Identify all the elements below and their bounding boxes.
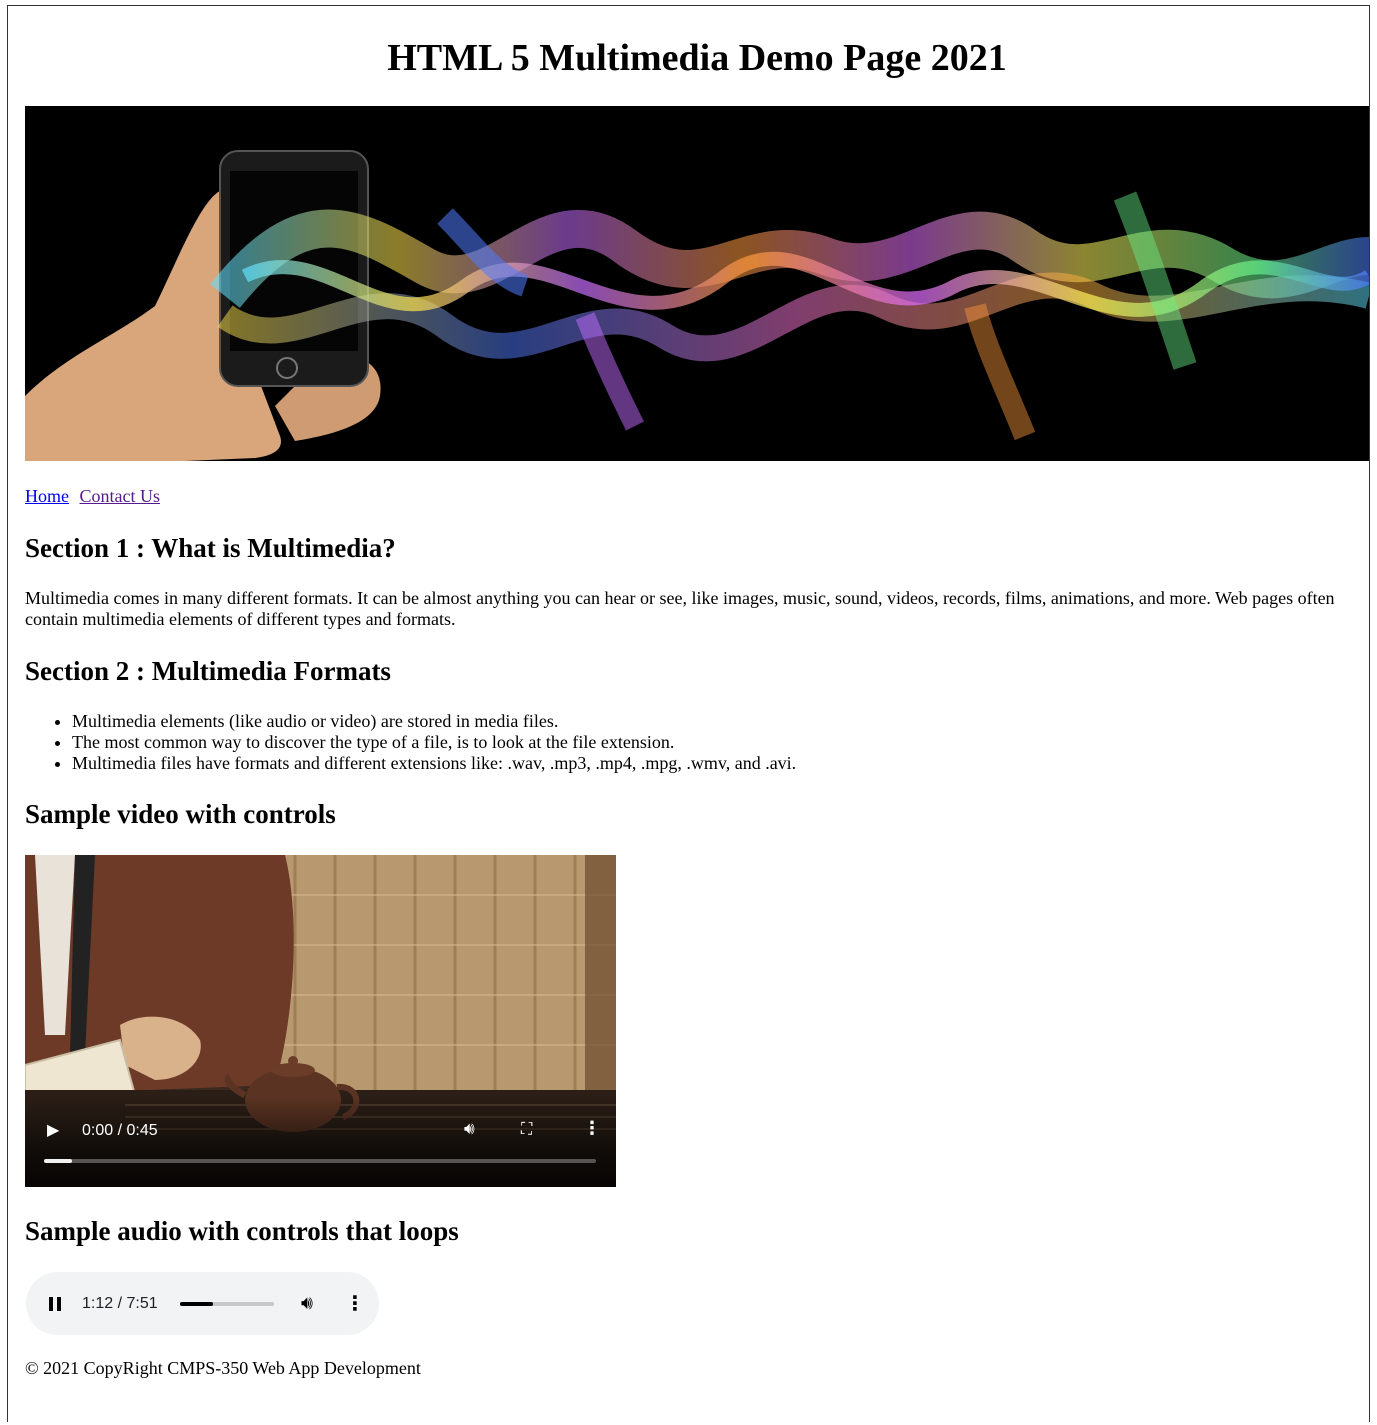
video-progress-fill [44, 1159, 72, 1163]
fullscreen-icon[interactable]: ⛶ [521, 1119, 532, 1139]
more-options-icon[interactable]: ⋮ [345, 1291, 365, 1315]
list-item: Multimedia files have formats and differ… [72, 753, 796, 774]
nav-link-home[interactable]: Home [25, 486, 69, 506]
audio-time: 1:12 / 7:51 [82, 1295, 158, 1312]
audio-progress-fill [180, 1302, 213, 1306]
browser-frame: HTML 5 Multimedia Demo Page 2021 Home Co… [7, 5, 1370, 1422]
list-item: Multimedia elements (like audio or video… [72, 711, 796, 732]
video-time: 0:00 / 0:45 [82, 1122, 158, 1139]
video-heading: Sample video with controls [25, 799, 336, 829]
formats-list: Multimedia elements (like audio or video… [25, 711, 796, 774]
video-progress-track[interactable] [44, 1159, 596, 1163]
audio-heading: Sample audio with controls that loops [25, 1216, 459, 1246]
audio-player[interactable]: 1:12 / 7:51 🔊︎ ⋮ [26, 1272, 379, 1335]
page-title: HTML 5 Multimedia Demo Page 2021 [387, 37, 1007, 79]
footer-copyright: © 2021 CopyRight CMPS-350 Web App Develo… [25, 1358, 421, 1378]
section1-paragraph: Multimedia comes in many different forma… [25, 588, 1335, 629]
banner-artwork [25, 150, 1369, 461]
video-controls [25, 1097, 616, 1187]
section2-heading: Section 2 : Multimedia Formats [25, 656, 391, 686]
volume-icon[interactable]: 🔊︎ [464, 1119, 475, 1139]
pause-icon[interactable] [49, 1297, 61, 1311]
audio-progress-track[interactable] [180, 1302, 274, 1306]
banner-image [25, 106, 1369, 461]
volume-icon[interactable]: 🔊︎ [301, 1292, 313, 1314]
play-icon[interactable]: ▶ [47, 1120, 59, 1139]
nav-link-contact-us[interactable]: Contact Us [80, 486, 161, 506]
section1-heading: Section 1 : What is Multimedia? [25, 533, 396, 563]
more-options-icon[interactable]: ⋮ [583, 1118, 601, 1139]
nav-bar: Home Contact Us [25, 486, 166, 507]
list-item: The most common way to discover the type… [72, 732, 796, 753]
